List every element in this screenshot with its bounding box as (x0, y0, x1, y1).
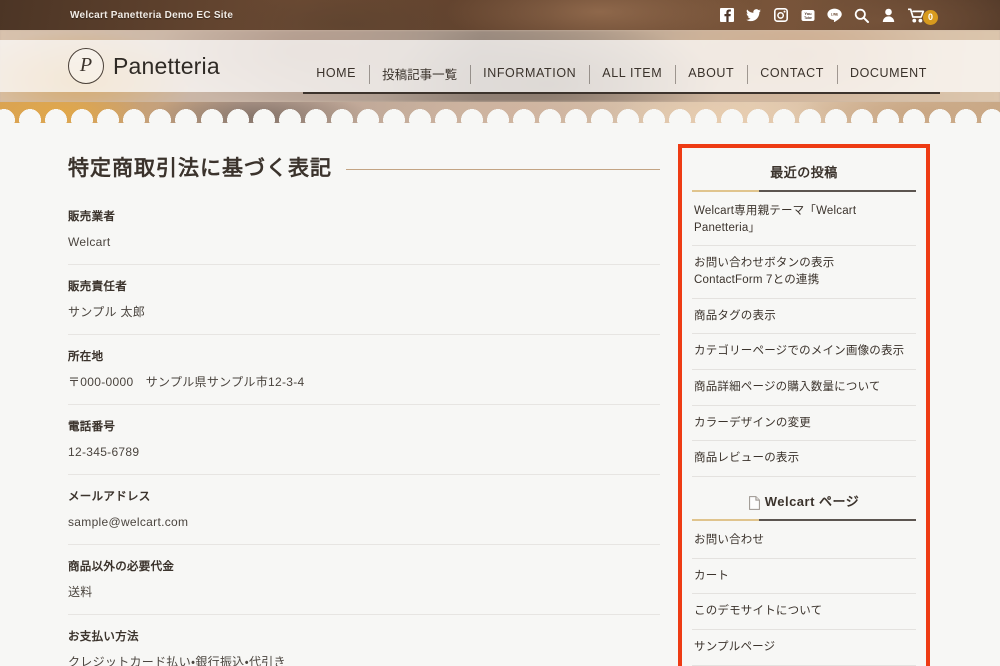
site-header: P Panetteria HOME 投稿記事一覧 INFORMATION ALL… (0, 30, 1000, 102)
list-item: サンプルページ (692, 630, 916, 666)
nav-item-posts[interactable]: 投稿記事一覧 (369, 54, 471, 94)
recent-posts-list: Welcart専用親テーマ「Welcart Panetteria」 お問い合わせ… (692, 194, 916, 478)
info-value: 送料 (68, 585, 93, 599)
sidebar: 最近の投稿 Welcart専用親テーマ「Welcart Panetteria」 … (678, 144, 930, 666)
recent-post-link[interactable]: お問い合わせボタンの表示 ContactForm 7との連携 (692, 246, 916, 297)
facebook-icon[interactable] (719, 7, 734, 23)
line-icon[interactable]: LINE (827, 7, 842, 23)
instagram-icon[interactable] (773, 7, 788, 23)
social-icon-group: You Tube LINE 0 (719, 6, 940, 25)
recent-post-link[interactable]: 商品詳細ページの購入数量について (692, 370, 916, 405)
widget-title-rule (692, 190, 916, 192)
list-item: 商品レビューの表示 (692, 441, 916, 478)
recent-post-link[interactable]: カラーデザインの変更 (692, 406, 916, 441)
welcart-page-link[interactable]: このデモサイトについて (692, 594, 916, 629)
nav-item-document[interactable]: DOCUMENT (836, 54, 940, 94)
page-title: 特定商取引法に基づく表記 (68, 152, 660, 182)
info-value: 12-345-6789 (68, 445, 140, 459)
page-body: 特定商取引法に基づく表記 販売業者 Welcart 販売責任者 サンプル 太郎 … (60, 128, 940, 666)
list-item: お問い合わせ (692, 523, 916, 559)
site-title: Panetteria (113, 52, 220, 79)
recent-post-link[interactable]: 商品タグの表示 (692, 299, 916, 334)
site-description: Welcart Panetteria Demo EC Site (70, 9, 234, 21)
list-item: このデモサイトについて (692, 594, 916, 631)
info-row-seller: 販売業者 Welcart (68, 208, 660, 265)
logo-monogram-icon: P (68, 48, 104, 84)
recent-post-link[interactable]: Welcart専用親テーマ「Welcart Panetteria」 (692, 194, 916, 245)
info-row-payment-method: お支払い方法 クレジットカード払い・銀行振込・代引き (68, 628, 660, 666)
widget-title-rule (692, 519, 916, 522)
welcart-page-link[interactable]: サンプルページ (692, 630, 916, 665)
info-label: 所在地 (68, 351, 104, 363)
page-title-text: 特定商取引法に基づく表記 (68, 157, 332, 180)
info-label: 販売業者 (68, 211, 116, 223)
info-row-email: メールアドレス sample@welcart.com (68, 488, 660, 545)
main-navigation: HOME 投稿記事一覧 INFORMATION ALL ITEM ABOUT C… (303, 38, 940, 94)
widget-recent-posts: 最近の投稿 Welcart専用親テーマ「Welcart Panetteria」 … (692, 154, 916, 478)
svg-text:LINE: LINE (831, 13, 838, 17)
info-label: メールアドレス (68, 491, 151, 503)
list-item: Welcart専用親テーマ「Welcart Panetteria」 (692, 194, 916, 247)
nav-item-about[interactable]: ABOUT (675, 54, 748, 94)
top-utility-bar: Welcart Panetteria Demo EC Site You Tube … (0, 0, 1000, 30)
list-item: カテゴリーページでのメイン画像の表示 (692, 334, 916, 371)
user-icon[interactable] (881, 7, 896, 23)
welcart-page-link[interactable]: カート (692, 559, 916, 594)
list-item: 商品詳細ページの購入数量について (692, 370, 916, 406)
page-title-rule (346, 168, 660, 170)
recent-post-link[interactable]: カテゴリーページでのメイン画像の表示 (692, 334, 916, 369)
info-row-extra-fees: 商品以外の必要代金 送料 (68, 558, 660, 615)
info-value: 〒000-0000 サンプル県サンプル市12-3-4 (68, 375, 305, 389)
welcart-page-link[interactable]: お問い合わせ (692, 523, 916, 558)
widget-title-text: 最近の投稿 (770, 165, 838, 180)
info-label: お支払い方法 (68, 631, 139, 643)
scalloped-divider (0, 102, 1000, 128)
info-value: sample@welcart.com (68, 515, 189, 529)
widget-title: Welcart ページ (692, 483, 916, 519)
welcart-pages-list: お問い合わせ カート このデモサイトについて サンプルページ プライバシーポリシ… (692, 523, 916, 666)
info-value: サンプル 太郎 (68, 305, 146, 319)
widget-title: 最近の投稿 (692, 154, 916, 190)
info-row-phone: 電話番号 12-345-6789 (68, 418, 660, 475)
site-logo[interactable]: P Panetteria (60, 48, 220, 84)
info-label: 販売責任者 (68, 281, 127, 293)
info-row-address: 所在地 〒000-0000 サンプル県サンプル市12-3-4 (68, 348, 660, 405)
nav-item-all-item[interactable]: ALL ITEM (589, 54, 676, 94)
cart-count-badge: 0 (923, 9, 938, 25)
info-value: クレジットカード払い・銀行振込・代引き (68, 655, 286, 666)
list-item: カート (692, 559, 916, 595)
search-icon[interactable] (854, 7, 869, 23)
document-icon (748, 495, 760, 510)
nav-item-home[interactable]: HOME (303, 54, 370, 94)
list-item: お問い合わせボタンの表示 ContactForm 7との連携 (692, 246, 916, 299)
cart-button[interactable]: 0 (908, 6, 938, 25)
widget-title-text: Welcart ページ (764, 494, 860, 510)
list-item: 商品タグの表示 (692, 299, 916, 335)
widget-welcart-pages: Welcart ページ お問い合わせ カート このデモサイトについて サンプルペ… (692, 483, 916, 666)
svg-text:Tube: Tube (804, 16, 812, 20)
info-row-responsible: 販売責任者 サンプル 太郎 (68, 278, 660, 335)
info-label: 商品以外の必要代金 (68, 561, 175, 573)
info-label: 電話番号 (68, 421, 116, 433)
info-value: Welcart (68, 235, 111, 249)
twitter-icon[interactable] (746, 7, 761, 23)
nav-item-information[interactable]: INFORMATION (470, 54, 590, 94)
list-item: カラーデザインの変更 (692, 406, 916, 442)
sidebar-highlight-box: 最近の投稿 Welcart専用親テーマ「Welcart Panetteria」 … (678, 144, 930, 666)
main-content: 特定商取引法に基づく表記 販売業者 Welcart 販売責任者 サンプル 太郎 … (60, 144, 660, 666)
nav-item-contact[interactable]: CONTACT (747, 54, 837, 94)
youtube-icon[interactable]: You Tube (800, 7, 815, 23)
recent-post-link[interactable]: 商品レビューの表示 (692, 441, 916, 476)
